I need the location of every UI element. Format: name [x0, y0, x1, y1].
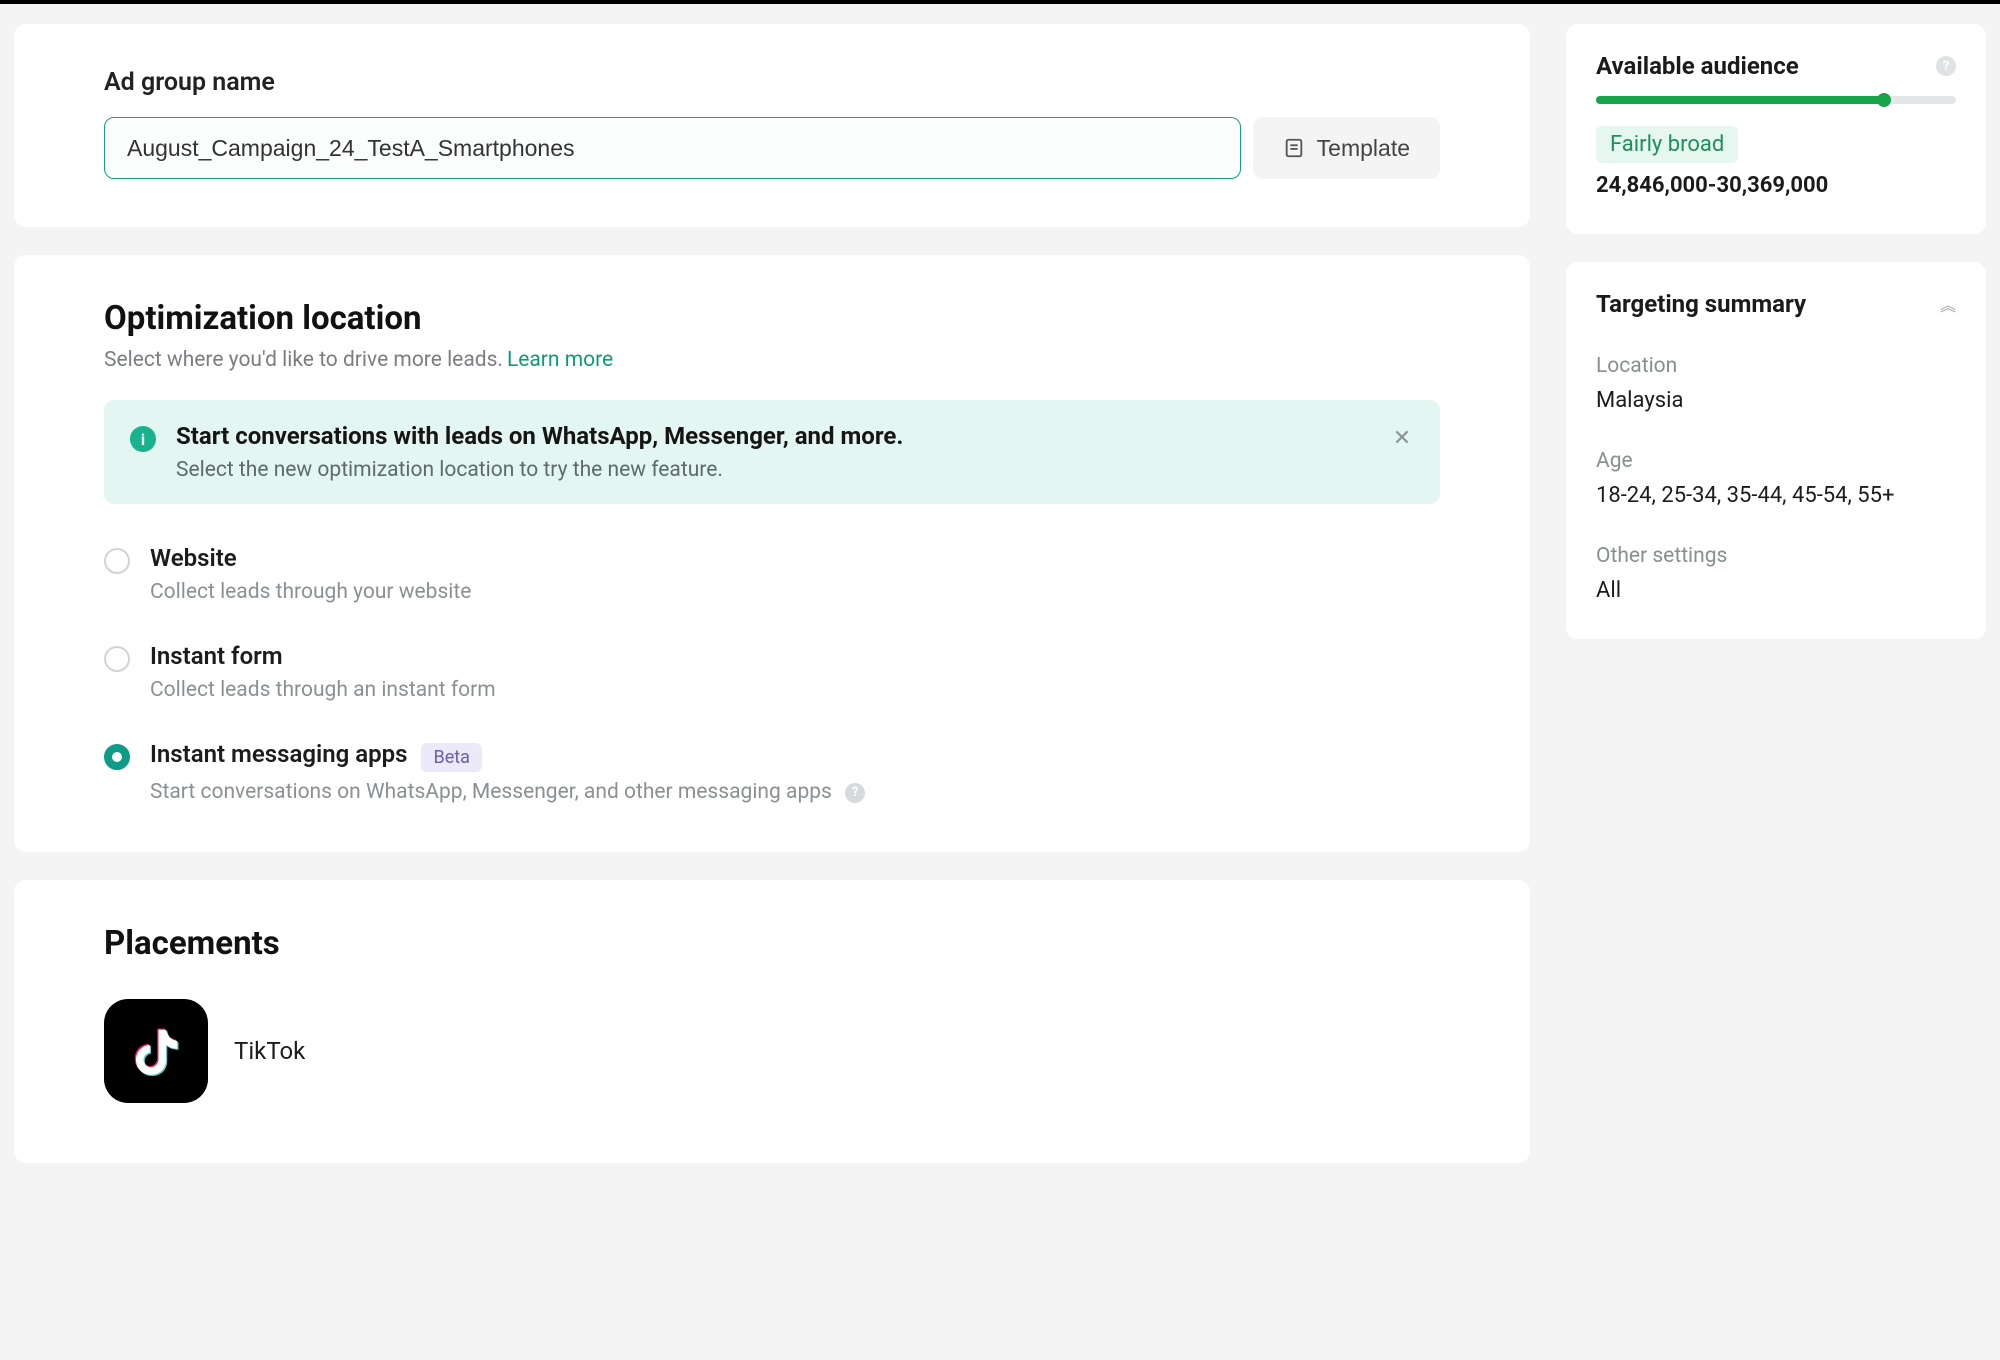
audience-meter-fill — [1596, 96, 1884, 104]
banner-title: Start conversations with leads on WhatsA… — [176, 422, 903, 450]
optimization-options: Website Collect leads through your websi… — [104, 544, 1440, 804]
available-audience-card: Available audience ? Fairly broad 24,846… — [1566, 24, 1986, 234]
option-label: Website — [150, 544, 471, 572]
audience-meter — [1596, 96, 1956, 104]
placements-title: Placements — [104, 924, 1440, 963]
summary-label: Other settings — [1596, 544, 1956, 568]
placement-tiktok[interactable]: TikTok — [104, 999, 1440, 1103]
tiktok-logo-icon — [104, 999, 208, 1103]
targeting-summary-card: Targeting summary ︽ Location Malaysia Ag… — [1566, 262, 1986, 639]
template-button[interactable]: Template — [1253, 117, 1440, 179]
option-desc: Collect leads through your website — [150, 580, 471, 604]
summary-row-age: Age 18-24, 25-34, 35-44, 45-54, 55+ — [1596, 449, 1956, 508]
ad-group-name-label: Ad group name — [104, 68, 1440, 97]
summary-row-location: Location Malaysia — [1596, 354, 1956, 413]
info-icon: i — [130, 426, 156, 452]
option-label: Instant form — [150, 642, 496, 670]
radio-icon — [104, 744, 130, 770]
summary-row-other: Other settings All — [1596, 544, 1956, 603]
placements-card: Placements TikTok — [14, 880, 1530, 1163]
info-banner: i Start conversations with leads on What… — [104, 400, 1440, 504]
summary-label: Age — [1596, 449, 1956, 473]
learn-more-link[interactable]: Learn more — [507, 348, 613, 372]
option-desc: Start conversations on WhatsApp, Messeng… — [150, 780, 832, 804]
audience-meter-knob — [1877, 93, 1891, 107]
help-icon[interactable]: ? — [845, 783, 865, 803]
banner-close-button[interactable]: ✕ — [1390, 426, 1414, 450]
help-icon[interactable]: ? — [1936, 56, 1956, 76]
option-website[interactable]: Website Collect leads through your websi… — [104, 544, 1440, 604]
targeting-summary-title: Targeting summary — [1596, 290, 1806, 318]
optimization-subtitle: Select where you'd like to drive more le… — [104, 348, 503, 372]
option-label: Instant messaging apps — [150, 740, 408, 768]
close-icon: ✕ — [1393, 425, 1411, 450]
ad-group-card: Ad group name Template — [14, 24, 1530, 227]
optimization-card: Optimization location Select where you'd… — [14, 255, 1530, 852]
ad-group-name-input[interactable] — [104, 117, 1241, 179]
option-desc: Collect leads through an instant form — [150, 678, 496, 702]
summary-value: 18-24, 25-34, 35-44, 45-54, 55+ — [1596, 483, 1956, 508]
option-instant-form[interactable]: Instant form Collect leads through an in… — [104, 642, 1440, 702]
optimization-title: Optimization location — [104, 299, 1440, 338]
banner-body: Select the new optimization location to … — [176, 458, 903, 482]
template-button-label: Template — [1317, 135, 1410, 162]
available-audience-title: Available audience — [1596, 52, 1799, 80]
collapse-button[interactable]: ︽ — [1940, 292, 1956, 316]
template-icon — [1283, 135, 1305, 161]
summary-label: Location — [1596, 354, 1956, 378]
radio-icon — [104, 646, 130, 672]
summary-value: Malaysia — [1596, 388, 1956, 413]
option-instant-messaging[interactable]: Instant messaging apps Beta Start conver… — [104, 740, 1440, 804]
audience-range: 24,846,000-30,369,000 — [1596, 173, 1956, 198]
chevron-up-icon: ︽ — [1940, 298, 1956, 315]
summary-value: All — [1596, 578, 1956, 603]
beta-badge: Beta — [421, 743, 481, 772]
audience-status-badge: Fairly broad — [1596, 126, 1738, 163]
radio-icon — [104, 548, 130, 574]
placement-label: TikTok — [234, 1037, 305, 1065]
